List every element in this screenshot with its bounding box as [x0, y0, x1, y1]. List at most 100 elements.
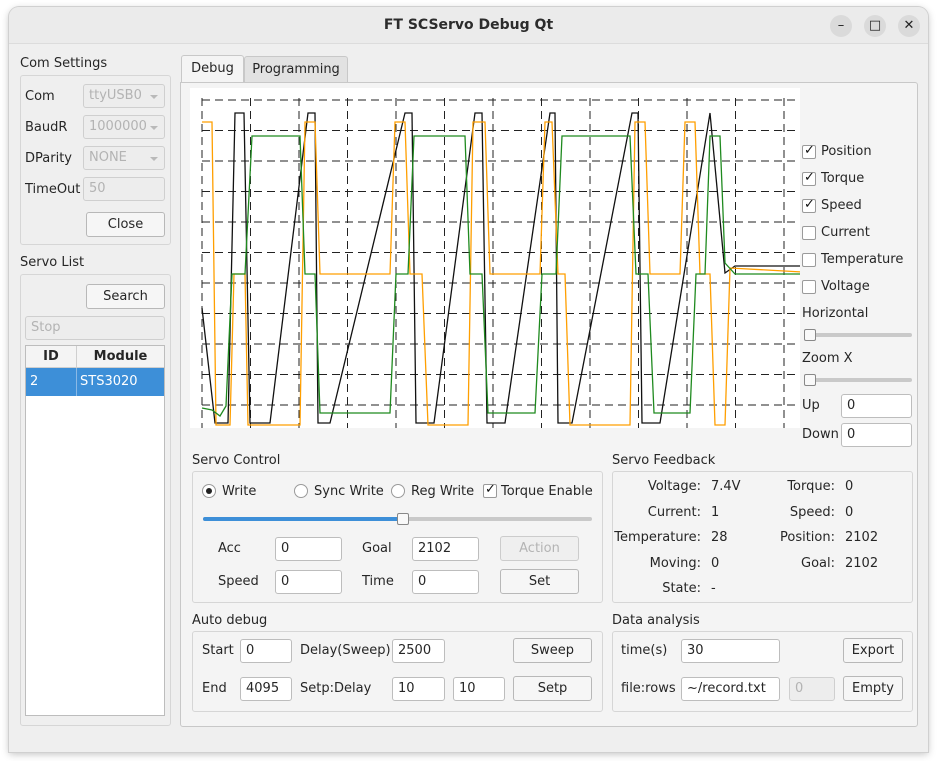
- goal-feedback-label: Goal:: [801, 556, 835, 571]
- goal-input[interactable]: 2102: [412, 537, 479, 561]
- speed-input[interactable]: 0: [275, 570, 342, 594]
- step-input[interactable]: 10: [392, 677, 445, 701]
- current-value: 1: [711, 505, 720, 520]
- record-time-input[interactable]: 30: [681, 639, 780, 663]
- baud-rate-select[interactable]: 1000000: [83, 115, 165, 139]
- timeout-input[interactable]: 50: [83, 177, 165, 201]
- column-divider: [76, 368, 77, 396]
- end-input[interactable]: 4095: [240, 677, 292, 701]
- servo-table[interactable]: ID Module 2 STS3020: [25, 345, 165, 716]
- row-module-cell: STS3020: [80, 374, 138, 389]
- speed-feedback-label: Speed:: [789, 505, 835, 520]
- parity-label: DParity: [25, 151, 72, 166]
- set-button[interactable]: Set: [500, 569, 579, 594]
- com-label: Com: [25, 89, 55, 104]
- chevron-down-icon: [150, 157, 158, 161]
- voltage-series-label: Voltage: [821, 279, 870, 294]
- column-header-module[interactable]: Module: [77, 349, 164, 364]
- time-input[interactable]: 0: [412, 570, 479, 594]
- delay-sweep-input[interactable]: 2500: [392, 639, 445, 663]
- sync-write-mode-label: Sync Write: [314, 484, 384, 499]
- maximize-button[interactable]: □: [864, 15, 886, 37]
- torque-series-label: Torque: [821, 171, 865, 186]
- horizontal-slider-handle[interactable]: [804, 329, 816, 341]
- up-input[interactable]: 0: [841, 394, 912, 418]
- delay-sweep-label: Delay(Sweep): [300, 643, 391, 658]
- goal-slider-fill: [203, 517, 403, 521]
- torque-enable-label: Torque Enable: [501, 484, 593, 499]
- waveform-plot[interactable]: [190, 88, 800, 428]
- export-button[interactable]: Export: [843, 638, 903, 663]
- write-mode-radio[interactable]: [202, 484, 216, 498]
- down-input[interactable]: 0: [841, 423, 912, 447]
- parity-value: NONE: [89, 150, 127, 165]
- current-series-checkbox[interactable]: [802, 226, 816, 240]
- record-file-input[interactable]: ~/record.txt: [681, 677, 780, 701]
- position-feedback-label: Position:: [780, 530, 835, 545]
- state-value: -: [711, 581, 716, 596]
- zoom-x-label: Zoom X: [802, 351, 853, 366]
- com-port-value: ttyUSB0: [89, 88, 142, 103]
- acc-input[interactable]: 0: [275, 537, 342, 561]
- action-button[interactable]: Action: [500, 536, 579, 561]
- sync-write-mode-radio[interactable]: [294, 484, 308, 498]
- reg-write-mode-label: Reg Write: [411, 484, 475, 499]
- start-label: Start: [202, 643, 234, 658]
- torque-series-checkbox[interactable]: [802, 170, 816, 186]
- close-port-button[interactable]: Close: [86, 212, 165, 237]
- window-title: FT SCServo Debug Qt: [383, 17, 554, 33]
- minimize-button[interactable]: –: [830, 15, 852, 37]
- zoom-x-slider[interactable]: [804, 378, 912, 382]
- speed-series-checkbox[interactable]: [802, 197, 816, 213]
- chevron-down-icon: [150, 95, 158, 99]
- tab-programming[interactable]: Programming: [244, 56, 348, 83]
- time-seconds-label: time(s): [621, 643, 668, 658]
- time-label: Time: [362, 574, 394, 589]
- sweep-button[interactable]: Sweep: [513, 638, 592, 663]
- plot-background: [190, 88, 800, 428]
- horizontal-slider[interactable]: [804, 333, 912, 337]
- com-port-select[interactable]: ttyUSB0: [83, 84, 165, 108]
- table-row[interactable]: 2 STS3020: [26, 368, 164, 396]
- goal-slider-handle[interactable]: [396, 513, 409, 525]
- servo-table-header: ID Module: [26, 346, 164, 368]
- acc-label: Acc: [218, 541, 241, 556]
- step-button[interactable]: Setp: [513, 676, 592, 701]
- temperature-series-checkbox[interactable]: [802, 253, 816, 267]
- speed-feedback-value: 0: [845, 505, 854, 520]
- current-series-label: Current: [821, 225, 870, 240]
- parity-select[interactable]: NONE: [83, 146, 165, 170]
- tab-debug[interactable]: Debug: [181, 55, 244, 83]
- speed-label: Speed: [218, 574, 259, 589]
- down-label: Down: [802, 427, 839, 442]
- file-rows-label: file:rows: [621, 681, 676, 696]
- reg-write-mode-radio[interactable]: [391, 484, 405, 498]
- close-window-button[interactable]: ✕: [898, 15, 920, 37]
- chevron-down-icon: [150, 126, 158, 130]
- speed-series-label: Speed: [821, 198, 862, 213]
- zoom-x-slider-handle[interactable]: [804, 374, 816, 386]
- temperature-value: 28: [711, 530, 728, 545]
- row-count-field: 0: [789, 677, 835, 701]
- temperature-series-label: Temperature: [821, 252, 904, 267]
- moving-label: Moving:: [649, 556, 701, 571]
- torque-enable-checkbox[interactable]: [483, 482, 497, 498]
- search-button[interactable]: Search: [86, 284, 165, 309]
- title-bar[interactable]: FT SCServo Debug Qt – □ ✕: [9, 7, 928, 44]
- auto-debug-title: Auto debug: [192, 613, 268, 628]
- voltage-series-checkbox[interactable]: [802, 280, 816, 294]
- position-series-label: Position: [821, 144, 872, 159]
- column-header-id[interactable]: ID: [26, 349, 76, 364]
- baud-rate-value: 1000000: [89, 119, 147, 134]
- step-delay-label: Setp:Delay: [300, 681, 372, 696]
- position-series-checkbox[interactable]: [802, 143, 816, 159]
- empty-button[interactable]: Empty: [843, 676, 903, 701]
- state-label: State:: [662, 581, 701, 596]
- goal-label: Goal: [362, 541, 392, 556]
- servo-list-title: Servo List: [20, 255, 85, 270]
- app-window: FT SCServo Debug Qt – □ ✕ Com Settings C…: [9, 7, 928, 752]
- start-input[interactable]: 0: [240, 639, 292, 663]
- step-delay-input[interactable]: 10: [453, 677, 505, 701]
- row-id-cell: 2: [30, 374, 39, 389]
- voltage-label: Voltage:: [647, 479, 701, 494]
